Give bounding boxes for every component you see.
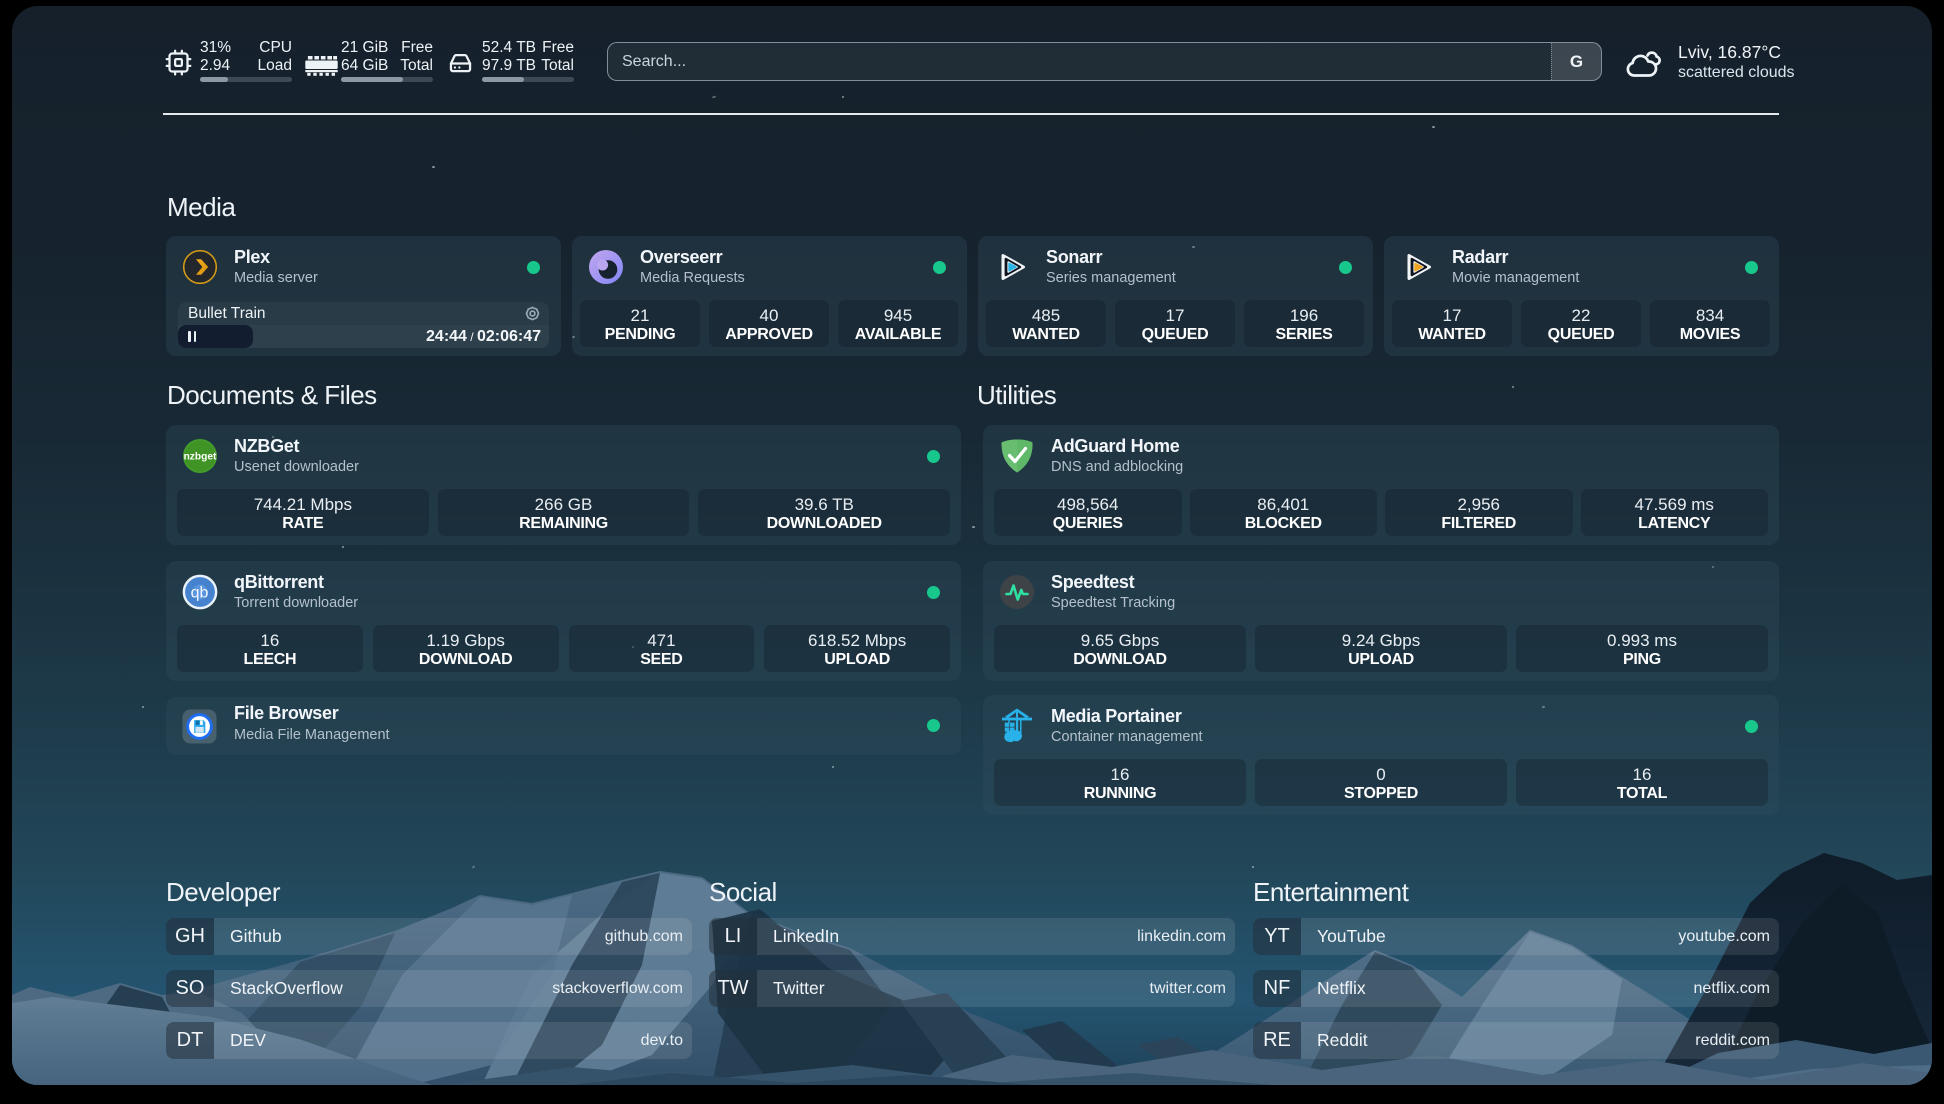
svg-text:qb: qb [191, 585, 209, 602]
svg-text:nzbget: nzbget [184, 452, 217, 463]
